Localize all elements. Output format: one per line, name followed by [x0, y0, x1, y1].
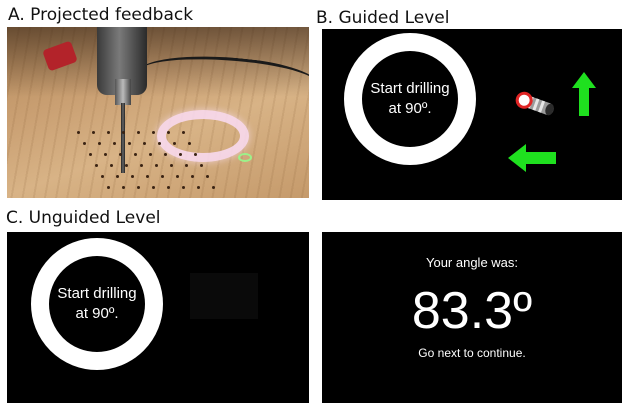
ring-instruction: Start drilling at 90º. — [370, 79, 449, 119]
drill-hole — [194, 153, 197, 156]
drill-bit — [121, 103, 125, 173]
drill-hole — [173, 142, 176, 145]
drill-hole — [134, 153, 137, 156]
ring-instruction-line2: at 90º. — [75, 305, 119, 322]
drill-hole — [77, 131, 80, 134]
drill-hole — [185, 164, 188, 167]
drill-hole — [164, 153, 167, 156]
ring-instruction: Start drilling at 90º. — [57, 284, 136, 324]
drill-hole — [179, 153, 182, 156]
drill-hole — [119, 153, 122, 156]
drill-hole — [206, 175, 209, 178]
drill-hole — [98, 142, 101, 145]
projected-green-marker — [238, 153, 252, 162]
drill-hole — [161, 175, 164, 178]
result-title: Your angle was: — [425, 255, 519, 270]
drill-hole — [125, 164, 128, 167]
up-arrow-icon — [572, 72, 596, 116]
drill-hole — [158, 142, 161, 145]
drill-hole — [188, 142, 191, 145]
drill-hole — [95, 164, 98, 167]
ring-instruction-line1: Start drilling — [57, 285, 137, 302]
panel-c-label: C. Unguided Level — [6, 208, 161, 228]
drill-chuck — [115, 79, 131, 105]
target-ring: Start drilling at 90º. — [31, 238, 163, 370]
drill-hole — [131, 175, 134, 178]
drill-hole — [122, 131, 125, 134]
drill-hole — [197, 186, 200, 189]
drill-hole — [137, 131, 140, 134]
unguided-level-screen: Start drilling at 90º. — [7, 232, 309, 403]
target-ring: Start drilling at 90º. — [344, 33, 476, 165]
drill-hole — [101, 175, 104, 178]
angle-value: 83.3º — [411, 282, 533, 340]
drill-hole — [149, 153, 152, 156]
drill-hole — [107, 131, 110, 134]
panel-b-label: B. Guided Level — [316, 8, 450, 28]
drill-hole — [212, 186, 215, 189]
hidden-guide-area — [190, 273, 258, 319]
drill-hole — [146, 175, 149, 178]
drill-hole — [140, 164, 143, 167]
drill-hole — [167, 131, 170, 134]
drill-hole — [107, 186, 110, 189]
drill-hole — [191, 175, 194, 178]
drill-hole — [116, 175, 119, 178]
panel-a-label: A. Projected feedback — [8, 5, 194, 25]
drill-hole — [83, 142, 86, 145]
drill-hole — [167, 186, 170, 189]
drill-hole — [182, 131, 185, 134]
projected-feedback-photo — [7, 27, 309, 198]
drill-hole — [182, 186, 185, 189]
drill-hole — [152, 186, 155, 189]
drill-hole — [176, 175, 179, 178]
next-hint: Go next to continue. — [418, 346, 526, 360]
drill-hole — [113, 142, 116, 145]
drill-hole — [104, 153, 107, 156]
drill-hole — [122, 186, 125, 189]
drill-hole — [89, 153, 92, 156]
drill-marker-icon — [515, 91, 554, 116]
drill-hole — [92, 131, 95, 134]
projected-ring — [157, 110, 249, 162]
drill-hole — [155, 164, 158, 167]
drill-hole — [110, 164, 113, 167]
left-arrow-icon — [508, 144, 556, 172]
drill-hole — [152, 131, 155, 134]
ring-instruction-line2: at 90º. — [388, 100, 432, 117]
drill-hole — [200, 164, 203, 167]
drill-hole — [170, 164, 173, 167]
ring-instruction-line1: Start drilling — [370, 80, 450, 97]
drill-hole — [128, 142, 131, 145]
drill-hole — [137, 186, 140, 189]
drill-hole — [143, 142, 146, 145]
